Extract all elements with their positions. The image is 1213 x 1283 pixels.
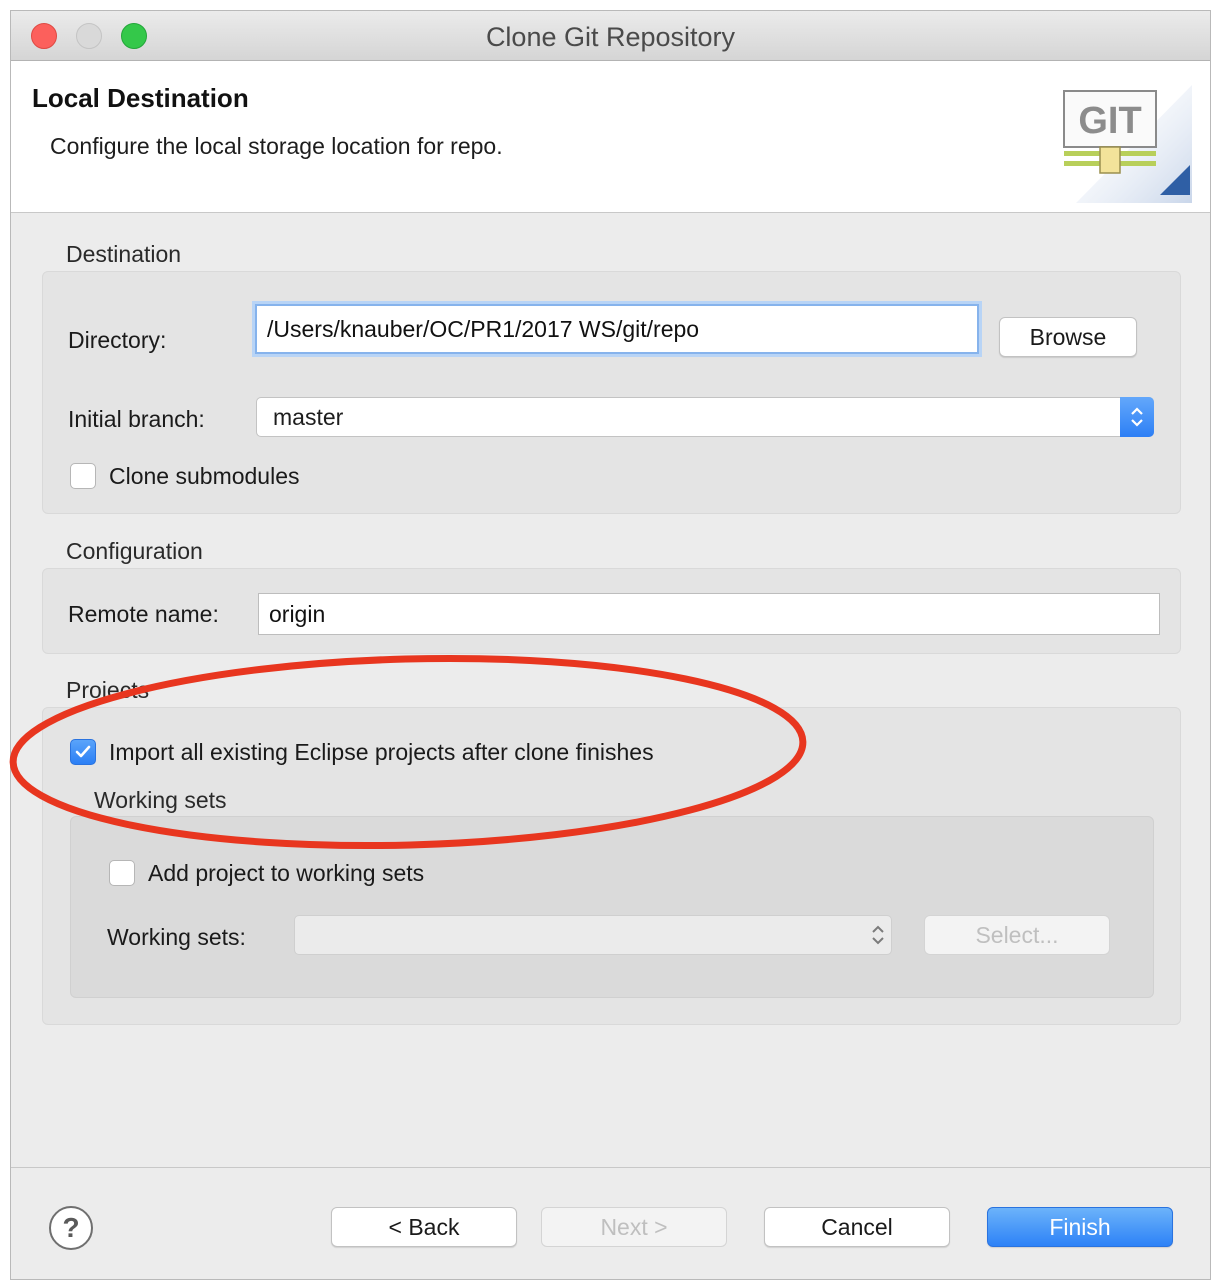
add-to-working-sets-checkbox[interactable]	[109, 860, 135, 886]
back-button[interactable]: < Back	[331, 1207, 517, 1247]
destination-group-title: Destination	[66, 241, 182, 267]
page-description: Configure the local storage location for…	[50, 133, 503, 159]
remote-name-input[interactable]: origin	[258, 593, 1160, 635]
wizard-header: Local Destination Configure the local st…	[11, 61, 1210, 213]
directory-input-value: /Users/knauber/OC/PR1/2017 WS/git/repo	[267, 315, 700, 342]
working-sets-group	[70, 816, 1154, 998]
projects-group-title: Projects	[66, 677, 150, 703]
title-bar[interactable]: Clone Git Repository	[11, 11, 1210, 61]
checkmark-icon	[75, 745, 91, 758]
clone-submodules-checkbox[interactable]	[70, 463, 96, 489]
remote-name-label: Remote name:	[68, 601, 219, 627]
next-button[interactable]: Next >	[541, 1207, 727, 1247]
import-projects-checkbox[interactable]	[70, 739, 96, 765]
clone-git-repository-window: Clone Git Repository Local Destination C…	[10, 10, 1211, 1280]
import-projects-label: Import all existing Eclipse projects aft…	[109, 739, 654, 765]
finish-button[interactable]: Finish	[987, 1207, 1173, 1247]
help-button[interactable]: ?	[49, 1206, 93, 1250]
git-logo-text: GIT	[1078, 100, 1141, 142]
git-logo-icon: GIT	[1063, 85, 1192, 203]
initial-branch-label: Initial branch:	[68, 406, 205, 432]
add-to-working-sets-label: Add project to working sets	[148, 860, 425, 886]
working-sets-group-title: Working sets	[94, 787, 227, 813]
browse-button[interactable]: Browse	[999, 317, 1137, 357]
directory-label: Directory:	[68, 327, 167, 353]
directory-input[interactable]: /Users/knauber/OC/PR1/2017 WS/git/repo	[255, 304, 979, 354]
configuration-group-title: Configuration	[66, 538, 203, 564]
working-sets-label: Working sets:	[107, 924, 246, 950]
working-sets-select[interactable]	[294, 915, 892, 955]
select-arrows-icon	[871, 916, 885, 954]
footer-separator	[11, 1167, 1210, 1168]
page-title: Local Destination	[32, 83, 249, 113]
select-arrows-icon	[1120, 397, 1154, 437]
initial-branch-value: master	[273, 403, 344, 430]
clone-submodules-label: Clone submodules	[109, 463, 300, 489]
select-working-sets-button[interactable]: Select...	[924, 915, 1110, 955]
cancel-button[interactable]: Cancel	[764, 1207, 950, 1247]
remote-name-value: origin	[269, 600, 326, 627]
window-title: Clone Git Repository	[485, 22, 736, 52]
initial-branch-select[interactable]: master	[256, 397, 1154, 437]
